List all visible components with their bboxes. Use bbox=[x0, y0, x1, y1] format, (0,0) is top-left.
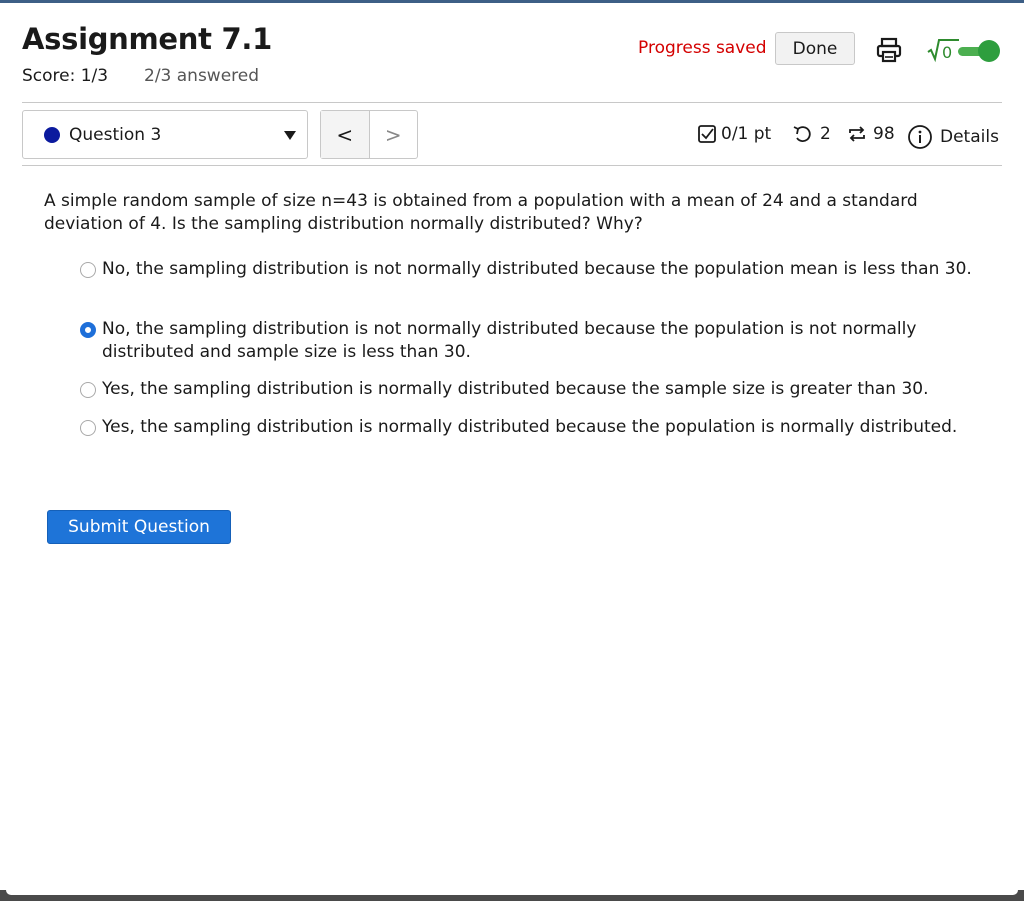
undo-icon bbox=[793, 126, 811, 142]
question-text: A simple random sample of size n=43 is o… bbox=[44, 191, 918, 234]
submit-question-button[interactable]: Submit Question bbox=[47, 510, 231, 544]
question-nav-buttons: < > bbox=[320, 110, 418, 159]
details-button[interactable]: Details bbox=[907, 124, 999, 150]
info-icon bbox=[908, 125, 932, 149]
checkbox-icon bbox=[698, 125, 716, 143]
answer-option-label: No, the sampling distribution is not nor… bbox=[102, 319, 917, 362]
score-text: Score: 1/3 bbox=[22, 66, 109, 86]
question-divider bbox=[22, 165, 1002, 166]
question-selector[interactable]: Question 3 bbox=[22, 110, 308, 159]
question-status-dot bbox=[44, 127, 60, 143]
print-icon[interactable] bbox=[875, 36, 903, 64]
question-selector-label: Question 3 bbox=[69, 125, 162, 145]
done-button[interactable]: Done bbox=[775, 32, 855, 65]
attempts-count: 98 bbox=[873, 124, 895, 144]
math-input-zero: 0 bbox=[942, 43, 952, 62]
details-label: Details bbox=[940, 127, 999, 147]
previous-question-button[interactable]: < bbox=[321, 111, 370, 158]
toggle-knob bbox=[978, 40, 1000, 62]
math-input-icon[interactable]: 0 bbox=[926, 36, 960, 64]
answer-radio[interactable] bbox=[80, 262, 96, 278]
math-input-toggle[interactable] bbox=[958, 40, 1000, 62]
answered-count: 2/3 answered bbox=[144, 66, 260, 86]
answer-option-label: Yes, the sampling distribution is normal… bbox=[102, 379, 929, 399]
points-indicator: 0/1 pt bbox=[697, 124, 771, 144]
header-divider bbox=[22, 102, 1002, 103]
top-border bbox=[0, 0, 1024, 3]
answer-radio[interactable] bbox=[80, 382, 96, 398]
retries-count: 2 bbox=[820, 124, 831, 144]
attempts-indicator: 98 bbox=[846, 124, 895, 144]
progress-saved-status: Progress saved bbox=[638, 38, 767, 58]
points-text: 0/1 pt bbox=[721, 124, 772, 144]
window-bottom-edge bbox=[0, 890, 1024, 901]
answer-option-label: Yes, the sampling distribution is normal… bbox=[102, 417, 958, 437]
answer-option-label: No, the sampling distribution is not nor… bbox=[102, 259, 972, 279]
retries-indicator: 2 bbox=[792, 124, 831, 144]
answer-radio[interactable] bbox=[80, 420, 96, 436]
assignment-title: Assignment 7.1 bbox=[22, 22, 272, 56]
answer-radio-selected[interactable] bbox=[80, 322, 96, 338]
caret-down-icon bbox=[284, 131, 296, 140]
next-question-button[interactable]: > bbox=[370, 111, 418, 158]
repeat-icon bbox=[849, 126, 865, 142]
